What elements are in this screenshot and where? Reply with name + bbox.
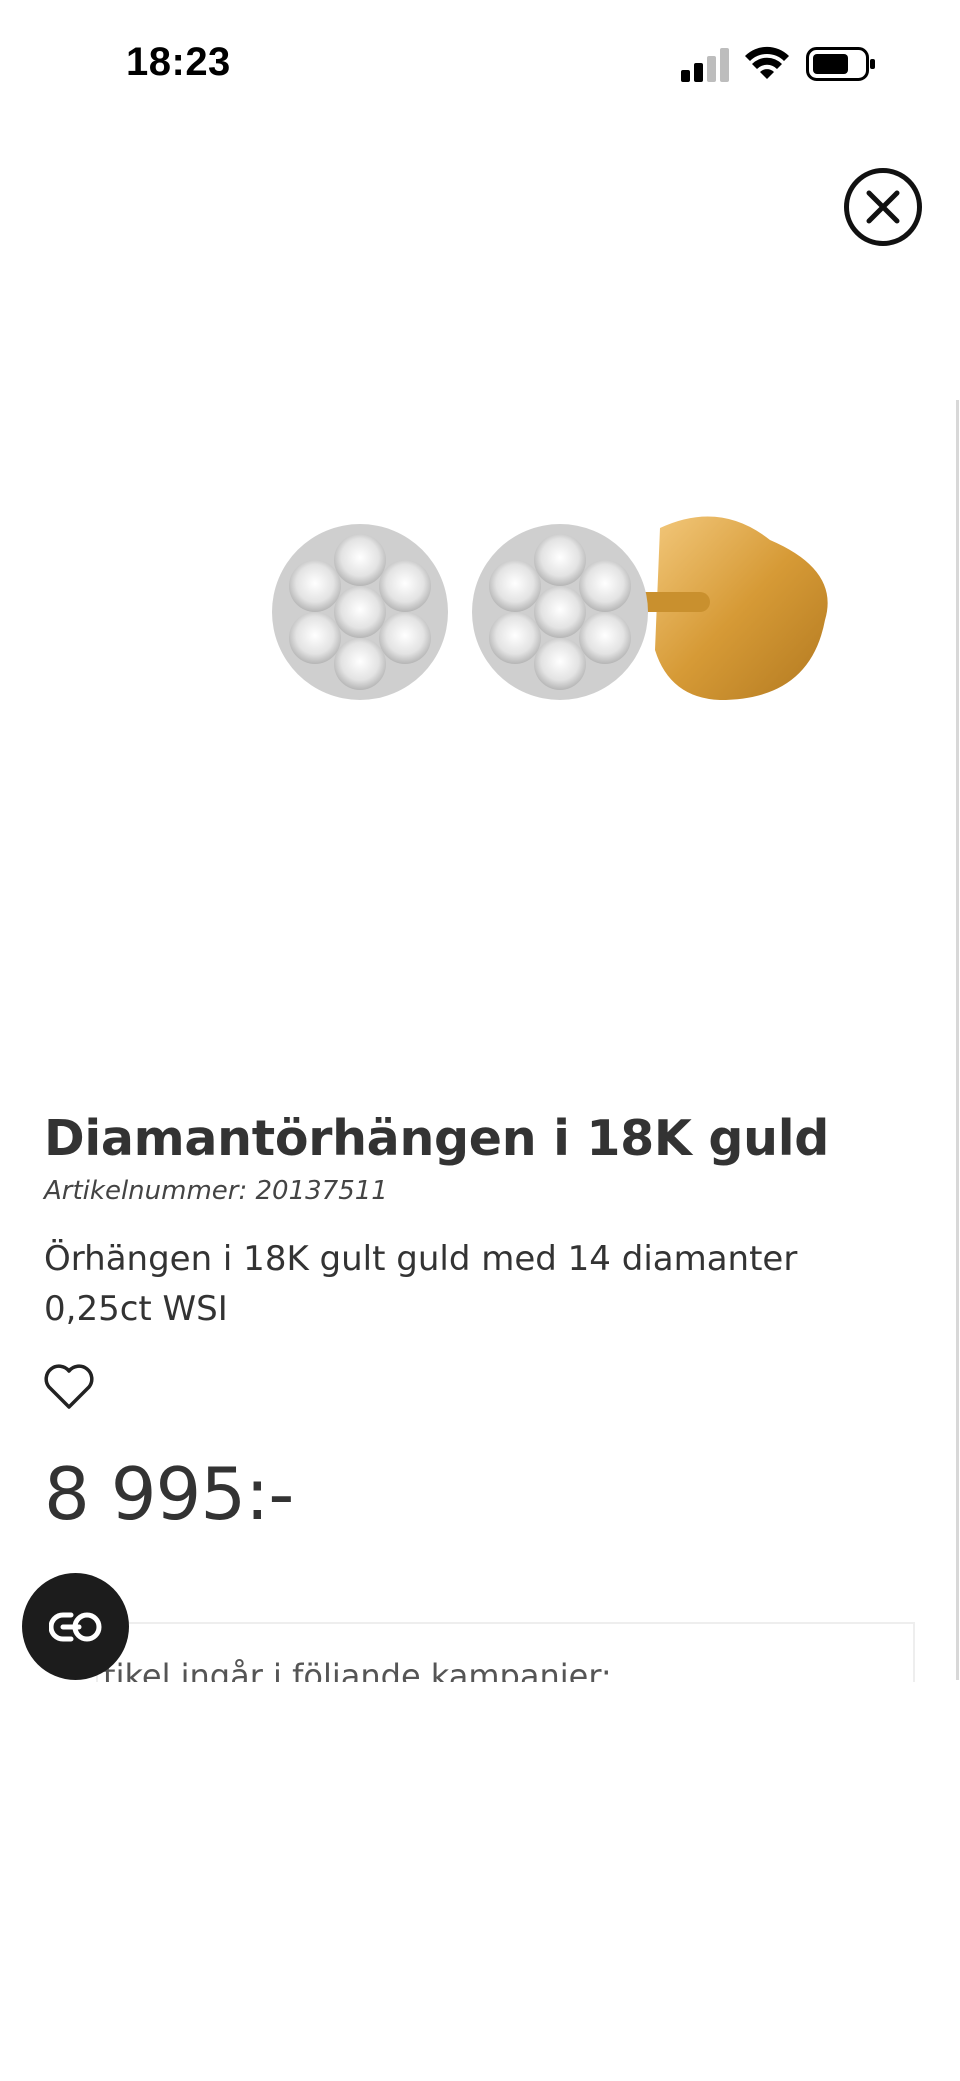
close-button[interactable] — [844, 168, 922, 246]
earring-left — [272, 524, 448, 700]
wifi-icon — [745, 46, 789, 79]
campaign-box: Artikel ingår i följande kampanjer: — [96, 1622, 915, 1682]
battery-icon — [806, 47, 875, 81]
close-icon — [866, 190, 900, 224]
product-description: Örhängen i 18K gult guld med 14 diamante… — [44, 1239, 798, 1329]
article-number: Artikelnummer: 20137511 — [44, 1176, 388, 1206]
product-title: Diamantörhängen i 18K guld — [44, 1110, 829, 1167]
chat-button[interactable] — [22, 1573, 129, 1680]
product-image-area[interactable] — [0, 400, 960, 1040]
chat-icon — [49, 1612, 102, 1642]
status-time: 18:23 — [126, 40, 231, 84]
favorite-button[interactable] — [44, 1364, 94, 1410]
earring-right — [472, 524, 648, 700]
blank-area — [0, 1682, 960, 2081]
campaign-text: Artikel ingår i följande kampanjer: — [96, 1657, 612, 1682]
product-price: 8 995:- — [44, 1452, 294, 1536]
product-image — [272, 516, 828, 700]
status-bar: 18:23 — [0, 0, 960, 130]
heart-icon — [44, 1364, 94, 1409]
signal-icon — [681, 48, 729, 82]
